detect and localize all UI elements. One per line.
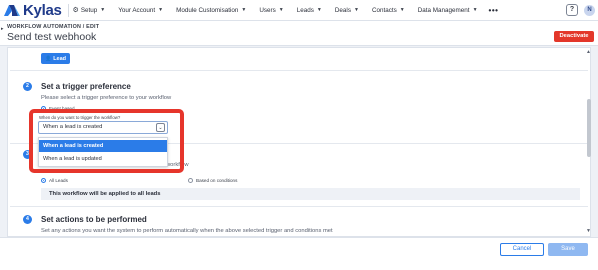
chevron-down-icon: ▼ — [241, 7, 247, 13]
section-divider — [10, 206, 588, 207]
nav-item-label: Data Management — [417, 6, 470, 14]
nav-item-label: Users — [259, 6, 276, 14]
radio-based-on-conditions-label: Based on conditions — [196, 178, 238, 183]
scrollbar-thumb[interactable] — [587, 99, 591, 157]
form-footer: Cancel Save — [0, 237, 598, 270]
chevron-down-icon: ▼ — [158, 7, 164, 13]
step-4-title: Set actions to be performed — [41, 215, 147, 224]
nav-item-setup[interactable]: ⚙ Setup ▼ — [72, 6, 106, 15]
avatar[interactable]: N — [584, 5, 595, 16]
nav-item-label: Contacts — [371, 6, 397, 14]
breadcrumb: WORKFLOW AUTOMATION / EDIT — [7, 24, 100, 30]
cancel-button[interactable]: Cancel — [500, 243, 544, 256]
nav-divider — [67, 3, 69, 17]
radio-all-leads-label: All Leads — [49, 178, 68, 183]
more-menu-icon[interactable]: ••• — [489, 6, 499, 15]
scrollbar[interactable]: ▲ ▼ — [586, 47, 592, 237]
step-2-title: Set a trigger preference — [41, 82, 131, 91]
entity-chip-lead: 👤 Lead — [41, 53, 70, 64]
step-4-number: 4 — [23, 215, 32, 224]
step-2-description: Please select a trigger preference to yo… — [41, 95, 172, 101]
entity-chip-label: Lead — [53, 55, 67, 62]
nav-item-label: Your Account — [118, 6, 156, 14]
page-header: ▸ WORKFLOW AUTOMATION / EDIT Send test w… — [0, 21, 598, 46]
brand-logo[interactable]: Kylas — [3, 0, 62, 21]
chevron-down-icon: ▼ — [278, 7, 284, 13]
user-icon: 👤 — [44, 55, 52, 62]
nav-item-data-management[interactable]: Data Management ▼ — [418, 7, 478, 14]
brand-name: Kylas — [23, 1, 62, 19]
nav-item-leads[interactable]: Leads ▼ — [297, 7, 322, 14]
sidebar-toggle-icon[interactable]: ▸ — [1, 26, 4, 32]
step-4-description: Set any actions you want the system to p… — [41, 228, 333, 234]
radio-based-on-conditions[interactable] — [188, 178, 193, 183]
nav-item-users[interactable]: Users ▼ — [259, 7, 283, 14]
nav-item-label: Deals — [334, 6, 351, 14]
chevron-down-icon: ▼ — [472, 7, 478, 13]
chevron-down-icon: ▼ — [316, 7, 322, 13]
gear-icon: ⚙ — [72, 7, 79, 14]
save-button[interactable]: Save — [548, 243, 588, 256]
chevron-down-icon: ▼ — [399, 7, 405, 13]
workflow-scope-info: This workflow will be applied to all lea… — [41, 188, 580, 200]
scroll-up-icon[interactable]: ▲ — [586, 49, 591, 55]
deactivate-button[interactable]: Deactivate — [554, 31, 594, 42]
help-button[interactable]: ? — [566, 4, 578, 16]
kylas-logo-icon — [3, 3, 21, 17]
nav-item-label: Setup — [80, 6, 98, 14]
page-title: Send test webhook — [7, 31, 97, 43]
nav-item-contacts[interactable]: Contacts ▼ — [372, 7, 405, 14]
scroll-down-icon[interactable]: ▼ — [586, 228, 591, 234]
chevron-down-icon: ▼ — [100, 7, 106, 13]
step-2-number: 2 — [23, 82, 32, 91]
top-nav: Kylas ⚙ Setup ▼ Your Account ▼ Module Cu… — [0, 0, 598, 21]
nav-item-your-account[interactable]: Your Account ▼ — [118, 7, 163, 14]
annotation-highlight — [29, 109, 184, 173]
nav-item-deals[interactable]: Deals ▼ — [335, 7, 359, 14]
nav-item-label: Leads — [296, 6, 314, 14]
nav-item-label: Module Customisation — [176, 6, 239, 14]
radio-all-leads[interactable] — [41, 178, 46, 183]
section-divider — [10, 70, 588, 71]
nav-item-module-customisation[interactable]: Module Customisation ▼ — [176, 7, 246, 14]
chevron-down-icon: ▼ — [353, 7, 359, 13]
